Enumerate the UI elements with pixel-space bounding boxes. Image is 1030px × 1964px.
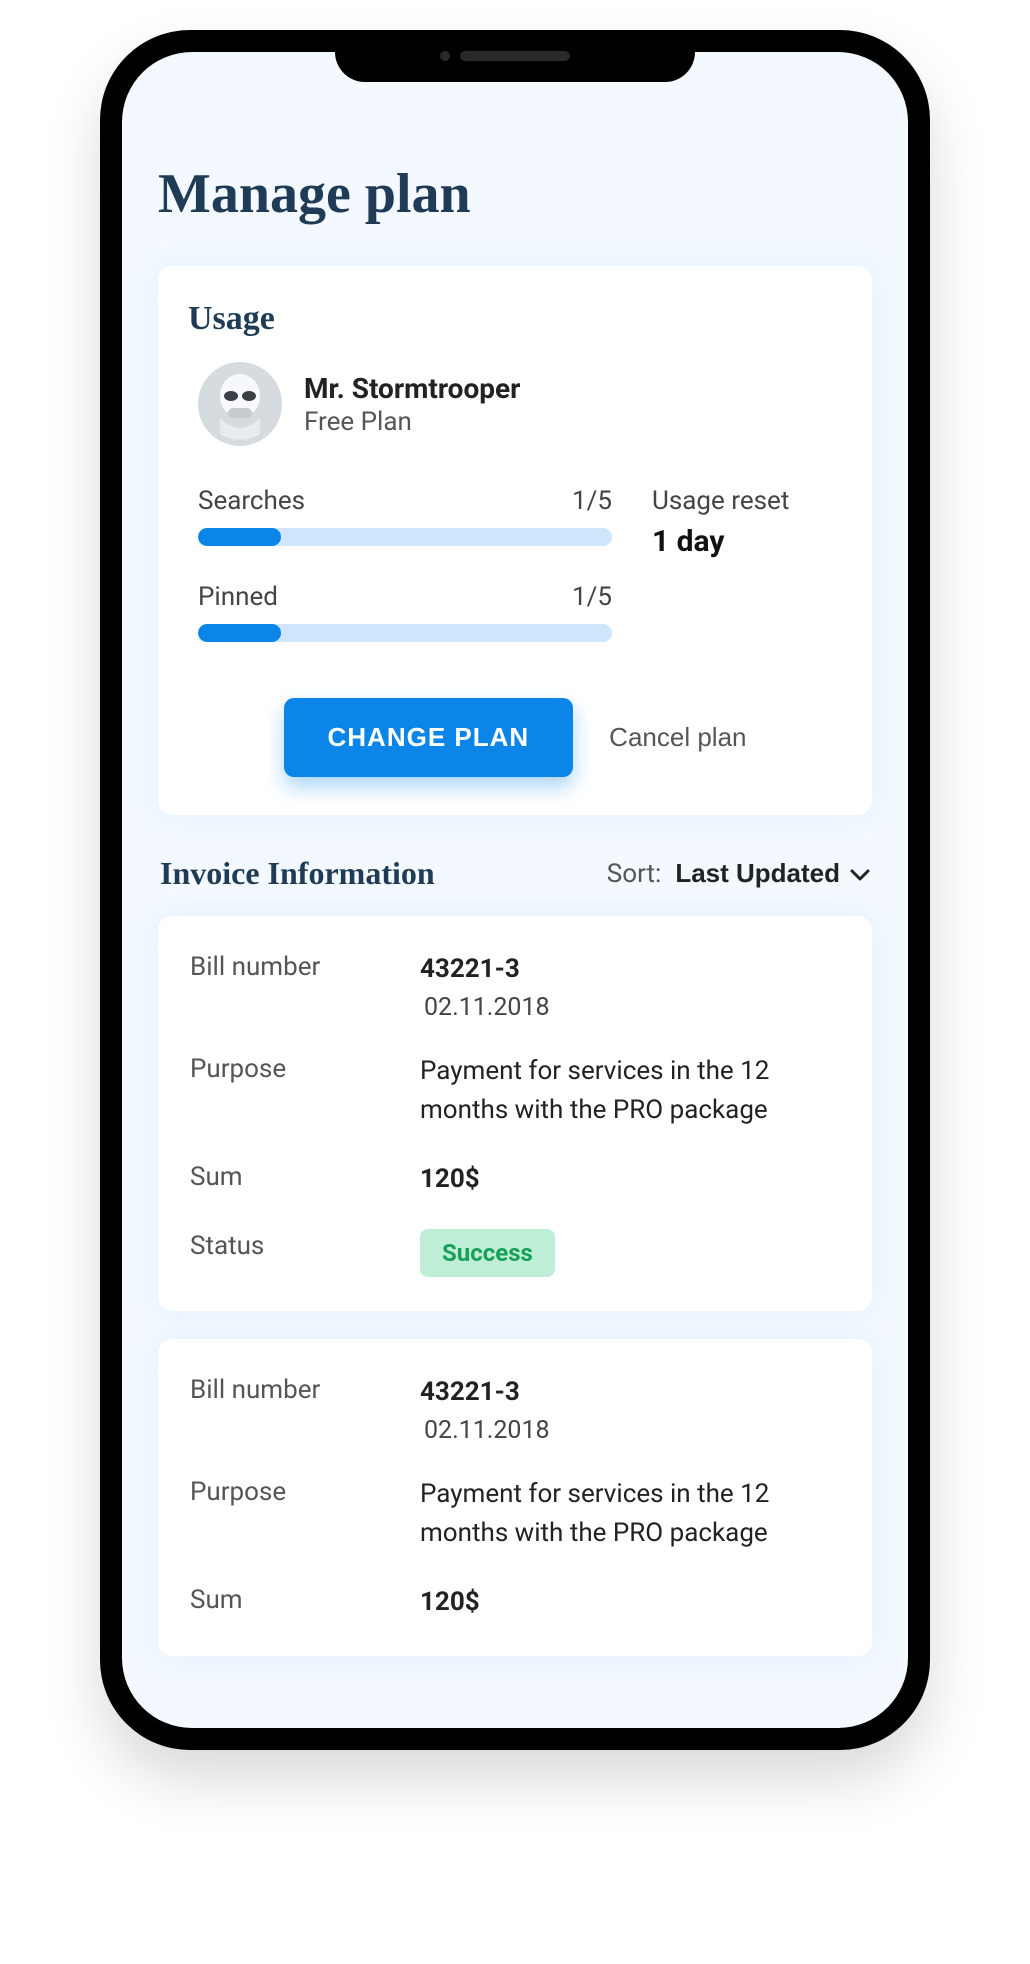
- invoice-bill-number-label: Bill number: [190, 1373, 390, 1405]
- usage-card: Usage Mr. Stormtrooper: [158, 266, 872, 815]
- phone-notch: [335, 30, 695, 82]
- invoice-section-head: Invoice Information Sort: Last Updated: [160, 855, 870, 892]
- cancel-plan-button[interactable]: Cancel plan: [609, 722, 746, 753]
- status-badge: Success: [420, 1229, 555, 1277]
- usage-grid: Searches 1/5 Pinned 1/5: [188, 486, 842, 678]
- invoice-sum-label: Sum: [190, 1583, 390, 1615]
- phone-frame: Manage plan Usage: [100, 30, 930, 1750]
- invoice-sum-label: Sum: [190, 1160, 390, 1192]
- stormtrooper-icon: [198, 362, 282, 446]
- chevron-down-icon: [850, 858, 870, 889]
- camera-dot: [440, 51, 450, 61]
- page-content: Manage plan Usage: [122, 52, 908, 1728]
- invoice-purpose: Payment for services in the 12 months wi…: [420, 1475, 840, 1553]
- usage-actions: CHANGE PLAN Cancel plan: [188, 698, 842, 777]
- avatar: [198, 362, 282, 446]
- invoice-date: 02.11.2018: [420, 1416, 550, 1445]
- speaker-grill: [460, 51, 570, 61]
- user-info: Mr. Stormtrooper Free Plan: [304, 372, 520, 437]
- usage-reset: Usage reset 1 day: [652, 486, 832, 559]
- metric-label: Pinned: [198, 582, 278, 612]
- invoice-sum: 120$: [420, 1160, 480, 1199]
- sort-control: Sort: Last Updated: [607, 858, 870, 889]
- invoice-purpose-label: Purpose: [190, 1475, 390, 1507]
- usage-card-title: Usage: [188, 300, 842, 338]
- usage-reset-label: Usage reset: [652, 486, 832, 516]
- usage-reset-value: 1 day: [652, 524, 832, 559]
- progress-fill: [198, 624, 281, 642]
- invoice-bill-number-label: Bill number: [190, 950, 390, 982]
- user-name: Mr. Stormtrooper: [304, 372, 520, 405]
- user-row: Mr. Stormtrooper Free Plan: [188, 362, 842, 446]
- sort-dropdown[interactable]: Last Updated: [675, 858, 870, 889]
- invoice-bill-number: 43221-3: [420, 1373, 550, 1412]
- progress-bar: [198, 624, 612, 642]
- page-title: Manage plan: [158, 162, 872, 226]
- invoice-section-title: Invoice Information: [160, 855, 435, 892]
- invoice-status-label: Status: [190, 1229, 390, 1261]
- sort-label: Sort:: [607, 859, 662, 889]
- progress-fill: [198, 528, 281, 546]
- invoice-purpose-label: Purpose: [190, 1052, 390, 1084]
- metric-value: 1/5: [572, 486, 612, 516]
- invoice-sum: 120$: [420, 1583, 480, 1622]
- phone-screen: Manage plan Usage: [122, 52, 908, 1728]
- usage-metric-searches: Searches 1/5: [198, 486, 612, 546]
- metric-label: Searches: [198, 486, 305, 516]
- metric-value: 1/5: [572, 582, 612, 612]
- sort-selected: Last Updated: [675, 858, 840, 889]
- progress-bar: [198, 528, 612, 546]
- user-plan: Free Plan: [304, 407, 520, 437]
- invoice-card: Bill number 43221-3 02.11.2018 Purpose P…: [158, 1339, 872, 1656]
- change-plan-button[interactable]: CHANGE PLAN: [284, 698, 574, 777]
- invoice-bill-number: 43221-3: [420, 950, 550, 989]
- usage-metrics: Searches 1/5 Pinned 1/5: [198, 486, 612, 678]
- usage-metric-pinned: Pinned 1/5: [198, 582, 612, 642]
- invoice-purpose: Payment for services in the 12 months wi…: [420, 1052, 840, 1130]
- invoice-date: 02.11.2018: [420, 993, 550, 1022]
- invoice-card: Bill number 43221-3 02.11.2018 Purpose P…: [158, 916, 872, 1311]
